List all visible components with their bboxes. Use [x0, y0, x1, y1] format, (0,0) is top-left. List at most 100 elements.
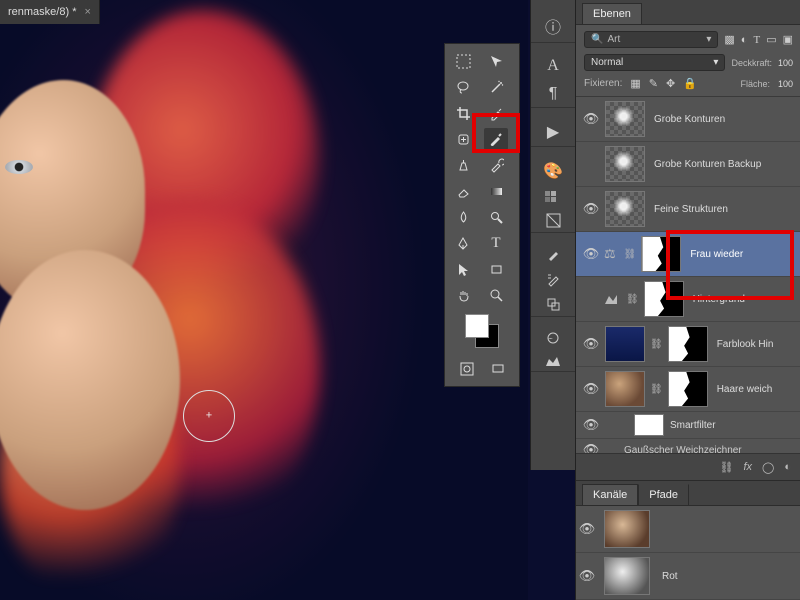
- smart-filter-mask[interactable]: [634, 414, 664, 436]
- swatches-panel-icon[interactable]: [545, 191, 561, 203]
- clone-stamp-tool[interactable]: [451, 154, 475, 176]
- type-tool[interactable]: T: [484, 232, 508, 254]
- screen-mode-toggle[interactable]: [486, 358, 510, 380]
- styles-panel-icon[interactable]: [546, 213, 561, 228]
- gradient-tool[interactable]: [484, 180, 508, 202]
- link-icon[interactable]: ⛓: [650, 384, 663, 395]
- add-mask-icon[interactable]: ◯: [762, 461, 774, 474]
- visibility-toggle[interactable]: 👁: [580, 201, 602, 217]
- opacity-value[interactable]: 100: [778, 58, 793, 68]
- pen-tool[interactable]: [451, 232, 475, 254]
- visibility-toggle[interactable]: 👁: [576, 521, 598, 537]
- tab-paths[interactable]: Pfade: [638, 484, 689, 505]
- visibility-toggle[interactable]: 👁: [576, 568, 598, 584]
- filter-smart-icon[interactable]: ▣: [783, 33, 793, 46]
- magic-wand-tool[interactable]: [484, 76, 508, 98]
- channel-thumbnail[interactable]: [604, 557, 650, 595]
- hand-tool[interactable]: [451, 284, 475, 306]
- layer-row[interactable]: Grobe Konturen Backup: [576, 142, 800, 187]
- layer-thumbnail[interactable]: [605, 146, 645, 182]
- smart-filter-name: Gaußscher Weichzeichner: [624, 445, 742, 454]
- color-panel-icon[interactable]: 🎨: [543, 161, 563, 181]
- lock-position-icon[interactable]: ✥: [666, 77, 675, 90]
- levels-icon: [604, 293, 618, 305]
- filter-pixel-icon[interactable]: ▩: [724, 33, 734, 46]
- layer-mask-thumbnail[interactable]: [668, 326, 708, 362]
- lock-pixels-icon[interactable]: ✎: [649, 77, 658, 90]
- tab-channels[interactable]: Kanäle: [582, 484, 638, 505]
- filter-adjust-icon[interactable]: ◐: [741, 34, 748, 46]
- new-adjustment-icon[interactable]: ◐: [784, 461, 791, 473]
- layer-row[interactable]: 👁 ⛓ Haare weich: [576, 367, 800, 412]
- lock-all-icon[interactable]: 🔒: [683, 77, 697, 90]
- layer-row[interactable]: 👁 Feine Strukturen: [576, 187, 800, 232]
- layer-thumbnail[interactable]: [605, 371, 645, 407]
- marquee-tool[interactable]: [451, 50, 475, 72]
- channel-thumbnail[interactable]: [604, 510, 650, 548]
- layer-thumbnail[interactable]: [605, 191, 645, 227]
- opacity-label: Deckkraft:: [731, 58, 772, 68]
- actions-panel-icon[interactable]: ▶: [547, 122, 559, 142]
- layer-row[interactable]: 👁 Grobe Konturen: [576, 97, 800, 142]
- blur-tool[interactable]: [451, 206, 475, 228]
- channels-panel: Kanäle Pfade 👁 👁 Rot: [576, 480, 800, 600]
- close-icon[interactable]: ×: [84, 6, 90, 18]
- fill-value[interactable]: 100: [778, 79, 793, 89]
- path-selection-tool[interactable]: [451, 258, 475, 280]
- layer-name[interactable]: Feine Strukturen: [654, 204, 728, 215]
- rectangle-tool[interactable]: [484, 258, 508, 280]
- adjustments-panel-icon[interactable]: [545, 331, 561, 345]
- visibility-toggle[interactable]: 👁: [580, 417, 602, 433]
- link-icon[interactable]: ⛓: [626, 294, 639, 305]
- link-layers-icon[interactable]: ⛓: [720, 461, 734, 474]
- smart-filters-row[interactable]: 👁 Smartfilter: [576, 412, 800, 439]
- filter-shape-icon[interactable]: ▭: [766, 33, 776, 46]
- layer-thumbnail[interactable]: [605, 101, 645, 137]
- brush-settings-icon[interactable]: [546, 272, 561, 287]
- channel-name[interactable]: Rot: [662, 571, 678, 582]
- layer-filter-dropdown[interactable]: 🔍 Art ▾: [584, 31, 718, 48]
- histogram-panel-icon[interactable]: [545, 355, 561, 367]
- character-panel-icon[interactable]: A: [547, 57, 559, 75]
- layer-name[interactable]: Grobe Konturen Backup: [654, 159, 761, 170]
- visibility-toggle[interactable]: 👁: [580, 442, 602, 453]
- blend-mode-dropdown[interactable]: Normal ▾: [584, 54, 725, 71]
- fill-label: Fläche:: [740, 79, 770, 89]
- filter-type-icon[interactable]: T: [753, 34, 760, 46]
- clone-source-icon[interactable]: [546, 297, 561, 312]
- info-icon[interactable]: ⓘ: [545, 14, 561, 38]
- history-brush-tool[interactable]: [484, 154, 508, 176]
- move-tool[interactable]: [484, 50, 508, 72]
- layer-name[interactable]: Grobe Konturen: [654, 114, 725, 125]
- lock-transparency-icon[interactable]: ▦: [630, 77, 640, 90]
- visibility-toggle[interactable]: 👁: [580, 246, 602, 262]
- tab-layers[interactable]: Ebenen: [582, 3, 642, 24]
- paragraph-panel-icon[interactable]: ¶: [549, 85, 558, 103]
- link-icon[interactable]: ⛓: [650, 339, 663, 350]
- layer-style-icon[interactable]: fx: [743, 461, 752, 473]
- search-icon: 🔍: [591, 34, 603, 45]
- layer-name[interactable]: Haare weich: [717, 384, 773, 395]
- collapsed-panels-dock: ⓘ A ¶ ▶ 🎨: [530, 0, 575, 470]
- layer-row[interactable]: 👁 ⛓ Farblook Hin: [576, 322, 800, 367]
- visibility-toggle[interactable]: 👁: [580, 336, 602, 352]
- layer-mask-thumbnail[interactable]: [668, 371, 708, 407]
- smart-filter-item[interactable]: 👁 Gaußscher Weichzeichner: [576, 439, 800, 453]
- quick-mask-toggle[interactable]: [455, 358, 479, 380]
- color-swatches[interactable]: [451, 310, 513, 350]
- brush-presets-icon[interactable]: [546, 247, 561, 262]
- toolbox-panel: T: [444, 43, 520, 387]
- document-tab[interactable]: renmaske/8) * ×: [0, 0, 100, 24]
- visibility-toggle[interactable]: 👁: [580, 381, 602, 397]
- foreground-color-swatch[interactable]: [465, 314, 489, 338]
- lasso-tool[interactable]: [451, 76, 475, 98]
- eraser-tool[interactable]: [451, 180, 475, 202]
- channel-row[interactable]: 👁: [576, 506, 800, 553]
- visibility-toggle[interactable]: 👁: [580, 111, 602, 127]
- layer-name[interactable]: Farblook Hin: [717, 339, 774, 350]
- layer-thumbnail[interactable]: [605, 326, 645, 362]
- channel-row[interactable]: 👁 Rot: [576, 553, 800, 600]
- link-icon[interactable]: ⛓: [624, 249, 637, 260]
- dodge-tool[interactable]: [484, 206, 508, 228]
- zoom-tool[interactable]: [484, 284, 508, 306]
